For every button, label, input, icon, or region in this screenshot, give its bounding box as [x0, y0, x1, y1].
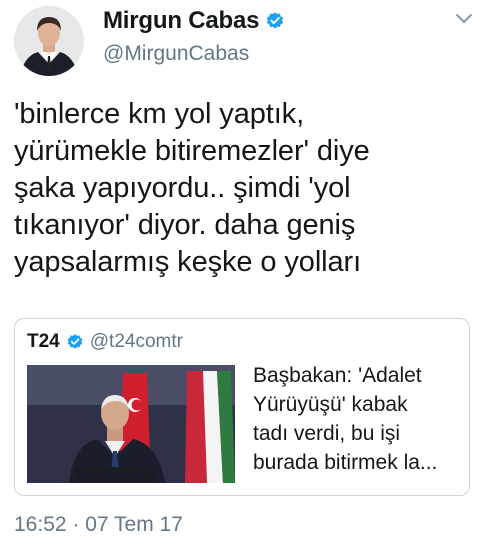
- quoted-handle: @t24comtr: [89, 331, 183, 352]
- tweet-text: 'binlerce km yol yaptık, yürümekle bitir…: [14, 98, 370, 278]
- quoted-display-name: T24: [27, 331, 60, 352]
- author-avatar[interactable]: [14, 6, 84, 76]
- quoted-tweet-header: T24 @t24comtr: [27, 331, 183, 353]
- chevron-down-icon[interactable]: [454, 12, 474, 26]
- quoted-tweet-image[interactable]: [27, 365, 235, 483]
- verified-badge-icon: [67, 334, 83, 349]
- author-display-name[interactable]: Mirgun Cabas: [103, 7, 259, 35]
- verified-badge-icon: [267, 12, 284, 29]
- author-handle[interactable]: @MirgunCabas: [103, 42, 285, 66]
- quoted-tweet-text: Başbakan: 'Adalet Yürüyüşü' kabak tadı v…: [253, 364, 438, 474]
- quoted-tweet[interactable]: T24 @t24comtr Başbakan: 'Adalet Yürüyüşü…: [14, 318, 470, 496]
- author-block: Mirgun Cabas @MirgunCabas: [103, 6, 285, 66]
- tweet-timestamp[interactable]: 16:52 · 07 Tem 17: [14, 513, 183, 537]
- author-name-row: Mirgun Cabas: [103, 6, 285, 36]
